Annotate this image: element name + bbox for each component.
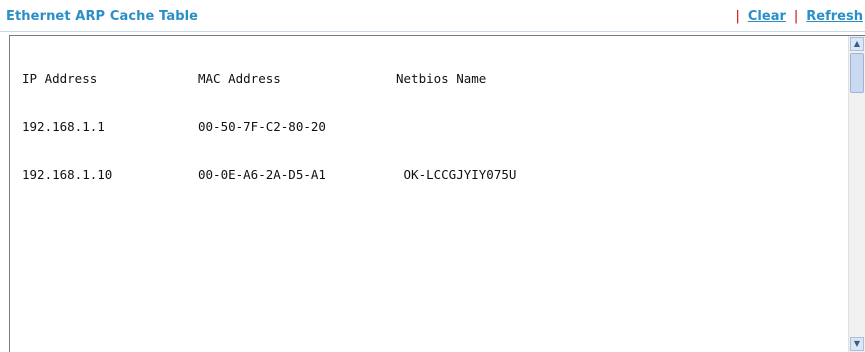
arrow-up-icon[interactable]: ▲ [850, 37, 864, 51]
table-row: 192.168.1.1 00-50-7F-C2-80-20 [22, 119, 516, 135]
table-header-row: IP Address MAC Address Netbios Name [22, 71, 516, 87]
ip-cell: 192.168.1.10 [22, 167, 113, 182]
separator: | [735, 9, 740, 24]
header-actions: | Clear | Refresh [728, 9, 864, 24]
arrow-down-icon[interactable]: ▼ [850, 337, 864, 351]
page-header: Ethernet ARP Cache Table | Clear | Refresh [0, 0, 865, 32]
table-row: 192.168.1.10 00-0E-A6-2A-D5-A1 OK-LCCGJYI… [22, 167, 516, 183]
scrollbar-thumb[interactable] [850, 53, 864, 93]
page-title: Ethernet ARP Cache Table [6, 9, 199, 24]
clear-link[interactable]: Clear [748, 9, 786, 24]
ip-cell: 192.168.1.1 [22, 119, 105, 134]
column-header-mac: MAC Address [198, 71, 281, 86]
separator: | [793, 9, 799, 24]
mac-cell: 00-0E-A6-2A-D5-A1 [198, 167, 326, 182]
arp-cache-textarea[interactable]: IP Address MAC Address Netbios Name 192.16… [9, 35, 865, 352]
vertical-scrollbar[interactable]: ▲ ▼ [848, 36, 865, 352]
netbios-cell: OK-LCCGJYIY075U [396, 167, 517, 182]
refresh-link[interactable]: Refresh [806, 9, 863, 24]
column-header-ip: IP Address [22, 71, 98, 86]
arp-table: IP Address MAC Address Netbios Name 192.16… [22, 39, 516, 215]
column-header-netbios: Netbios Name [396, 71, 487, 86]
mac-cell: 00-50-7F-C2-80-20 [198, 119, 326, 134]
